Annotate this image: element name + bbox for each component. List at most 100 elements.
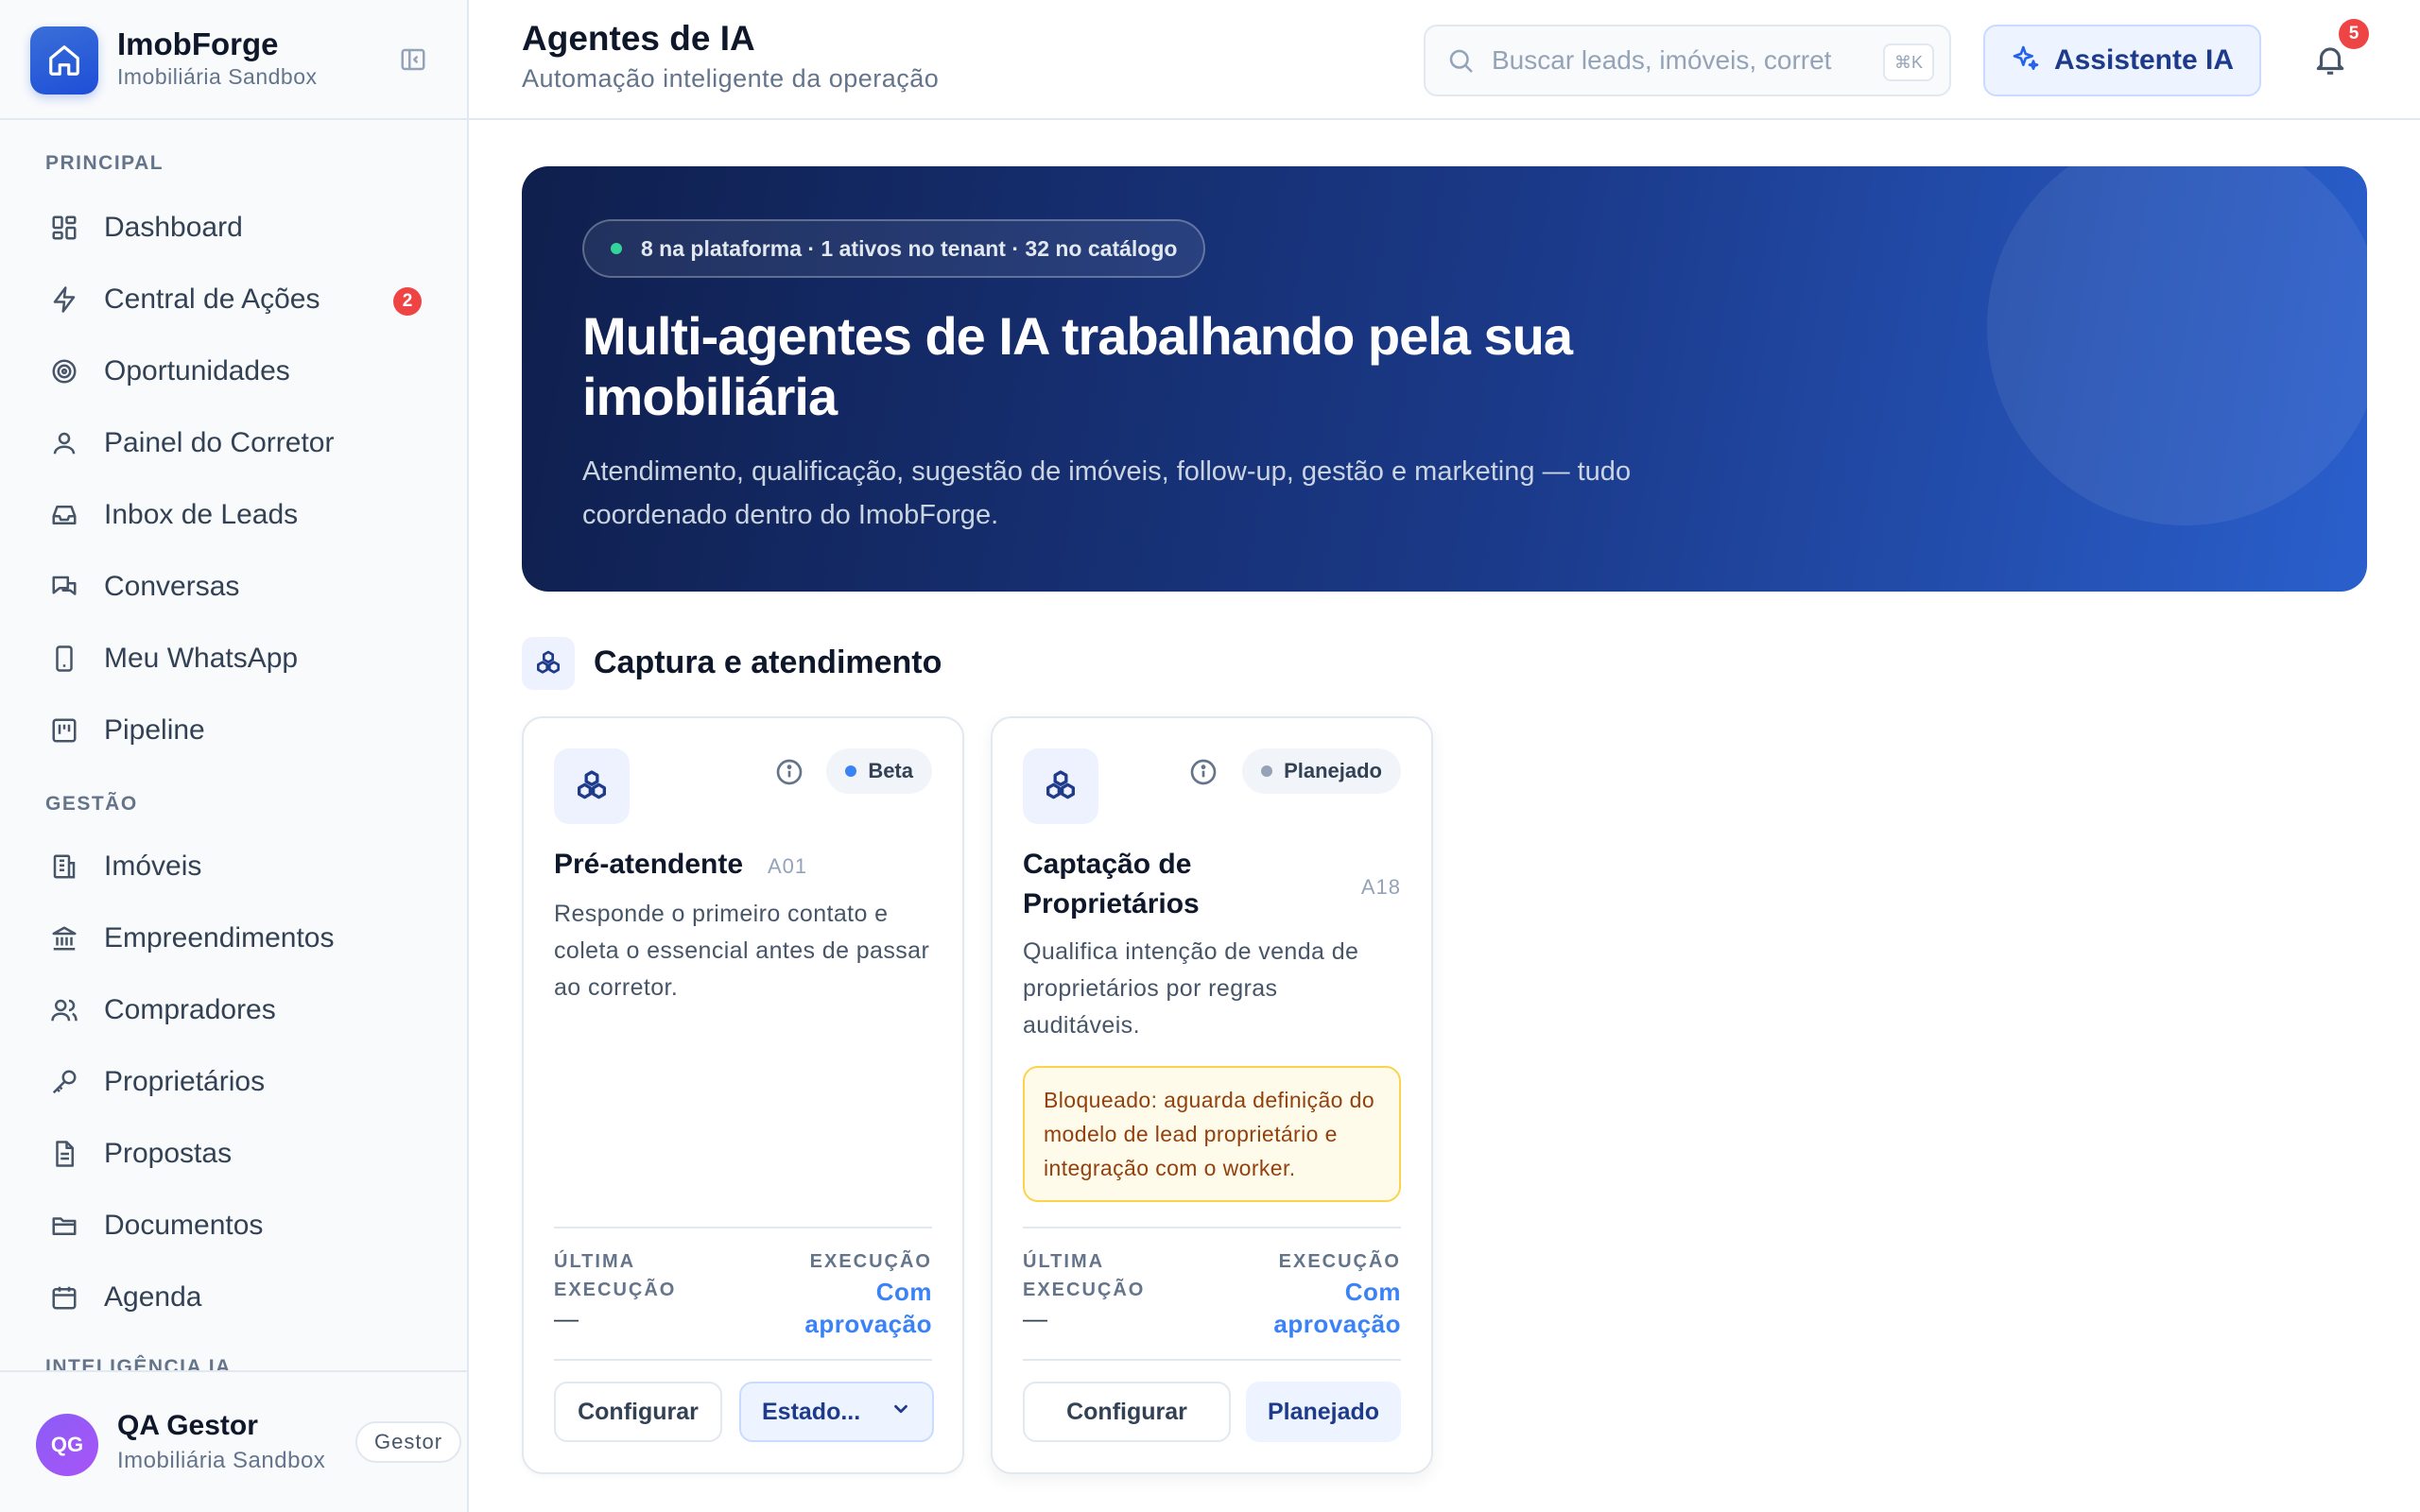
status-label: Planejado: [1284, 759, 1382, 782]
page-subtitle: Automação inteligente da operação: [522, 64, 940, 93]
key-icon: [47, 1065, 81, 1099]
sidebar-item-label: Pipeline: [104, 714, 205, 746]
assistant-button-label: Assistente IA: [2053, 44, 2235, 76]
last-run-label: ÚLTIMA EXECUÇÃO: [1023, 1251, 1146, 1300]
sidebar-item-label: Inbox de Leads: [104, 499, 299, 530]
user-name: QA Gestor: [117, 1410, 258, 1441]
sidebar-item-imoveis[interactable]: Imóveis: [30, 836, 437, 897]
assistant-button[interactable]: Assistente IA: [1983, 25, 2261, 96]
status-badge: Beta: [826, 748, 932, 794]
sidebar-item-label: Proprietários: [104, 1066, 266, 1097]
boxes-icon: [1023, 748, 1098, 824]
sidebar-item-meu-whatsapp[interactable]: Meu WhatsApp: [30, 628, 437, 689]
search-icon: [1444, 44, 1477, 77]
sidebar-item-label: Imóveis: [104, 850, 202, 882]
sidebar-item-dashboard[interactable]: Dashboard: [30, 198, 437, 258]
agent-code: A18: [1360, 875, 1401, 899]
configure-button[interactable]: Configurar: [1023, 1382, 1231, 1442]
hero-description: Atendimento, qualificação, sugestão de i…: [582, 456, 1632, 530]
sidebar-item-label: Painel do Corretor: [104, 427, 335, 458]
brand-tenant: Imobiliária Sandbox: [117, 64, 318, 89]
sidebar-collapse-icon[interactable]: [397, 43, 429, 76]
hero-decoration: [1987, 166, 2367, 525]
sidebar-item-empreendimentos[interactable]: Empreendimentos: [30, 908, 437, 969]
sparkles-icon: [2011, 43, 2041, 78]
inbox-icon: [47, 498, 81, 532]
sidebar-item-inbox-de-leads[interactable]: Inbox de Leads: [30, 485, 437, 545]
bolt-icon: [47, 283, 81, 317]
sidebar-item-pipeline[interactable]: Pipeline: [30, 700, 437, 761]
notifications-badge: 5: [2339, 19, 2369, 49]
divider: [554, 1359, 932, 1361]
sidebar-item-painel-do-corretor[interactable]: Painel do Corretor: [30, 413, 437, 473]
sidebar-item-label: Conversas: [104, 571, 240, 602]
status-dot: [845, 765, 857, 777]
hero-stats-pill: 8 na plataforma · 1 ativos no tenant · 3…: [582, 219, 1206, 278]
status-dot: [611, 243, 622, 254]
document-icon: [47, 1137, 81, 1171]
phone-icon: [47, 642, 81, 676]
actions-count-badge: 2: [393, 287, 422, 316]
state-select-value: Estado...: [762, 1398, 861, 1425]
status-badge: Planejado: [1242, 748, 1401, 794]
info-icon[interactable]: [773, 756, 805, 788]
blocked-warning: Bloqueado: aguarda definição do modelo d…: [1023, 1066, 1401, 1202]
target-icon: [47, 354, 81, 388]
agent-description: Qualifica intenção de venda de proprietá…: [1023, 938, 1359, 1039]
search-input[interactable]: [1492, 45, 1832, 76]
execution-label: EXECUÇÃO: [1278, 1251, 1401, 1272]
sidebar-item-label: Empreendimentos: [104, 922, 335, 954]
nav-section-ia: INTELIGÊNCIA IA: [45, 1356, 232, 1370]
state-select[interactable]: Estado...: [739, 1382, 934, 1442]
agent-card-pre-atendente: Beta Pré-atendente A01 Responde o primei…: [522, 716, 964, 1474]
planned-button[interactable]: Planejado: [1246, 1382, 1401, 1442]
sidebar-item-documentos[interactable]: Documentos: [30, 1195, 437, 1256]
last-run-value: —: [1023, 1304, 1047, 1332]
search-shortcut: ⌘K: [1882, 43, 1934, 81]
sidebar-item-label: Central de Ações: [104, 284, 320, 315]
last-run-value: —: [554, 1304, 579, 1332]
sidebar-item-label: Meu WhatsApp: [104, 643, 299, 674]
execution-value: Com aprovação: [804, 1278, 932, 1338]
building-icon: [47, 850, 81, 884]
calendar-icon: [47, 1280, 81, 1314]
divider: [1023, 1359, 1401, 1361]
role-badge: Gestor: [355, 1421, 462, 1463]
sidebar-item-compradores[interactable]: Compradores: [30, 980, 437, 1040]
status-dot: [1261, 765, 1273, 777]
brand-header: ImobForge Imobiliária Sandbox: [0, 0, 467, 120]
sidebar-item-conversas[interactable]: Conversas: [30, 557, 437, 617]
sidebar-item-agenda[interactable]: Agenda: [30, 1267, 437, 1328]
sidebar-item-propostas[interactable]: Propostas: [30, 1124, 437, 1184]
sidebar-item-label: Propostas: [104, 1138, 233, 1169]
home-icon[interactable]: [30, 26, 98, 94]
user-profile[interactable]: QG QA Gestor Imobiliária Sandbox Gestor: [0, 1370, 467, 1512]
agent-name: Pré-atendente: [554, 849, 744, 880]
search-box[interactable]: ⌘K: [1424, 25, 1951, 96]
last-run-label: ÚLTIMA EXECUÇÃO: [554, 1251, 677, 1300]
execution-label: EXECUÇÃO: [809, 1251, 932, 1272]
top-header: Agentes de IA Automação inteligente da o…: [469, 0, 2420, 120]
status-label: Beta: [868, 759, 913, 782]
boxes-icon: [522, 637, 575, 690]
sidebar-nav: PRINCIPAL Dashboard Central de Ações 2 O…: [0, 120, 467, 1370]
divider: [1023, 1227, 1401, 1228]
sidebar-item-oportunidades[interactable]: Oportunidades: [30, 341, 437, 402]
sidebar-item-label: Documentos: [104, 1210, 264, 1241]
sidebar-item-proprietarios[interactable]: Proprietários: [30, 1052, 437, 1112]
avatar: QG: [36, 1414, 98, 1476]
kanban-icon: [47, 713, 81, 747]
sidebar-item-label: Oportunidades: [104, 355, 290, 387]
agent-code: A01: [768, 854, 808, 878]
user-tenant: Imobiliária Sandbox: [117, 1448, 326, 1473]
info-icon[interactable]: [1187, 756, 1219, 788]
sidebar-item-label: Compradores: [104, 994, 276, 1025]
brand-name: ImobForge: [117, 26, 279, 61]
hero-banner: 8 na plataforma · 1 ativos no tenant · 3…: [522, 166, 2367, 592]
sidebar-item-label: Agenda: [104, 1281, 202, 1313]
divider: [554, 1227, 932, 1228]
landmark-icon: [47, 921, 81, 955]
page-title: Agentes de IA: [522, 19, 755, 58]
configure-button[interactable]: Configurar: [554, 1382, 722, 1442]
sidebar-item-central-de-acoes[interactable]: Central de Ações 2: [30, 269, 437, 330]
